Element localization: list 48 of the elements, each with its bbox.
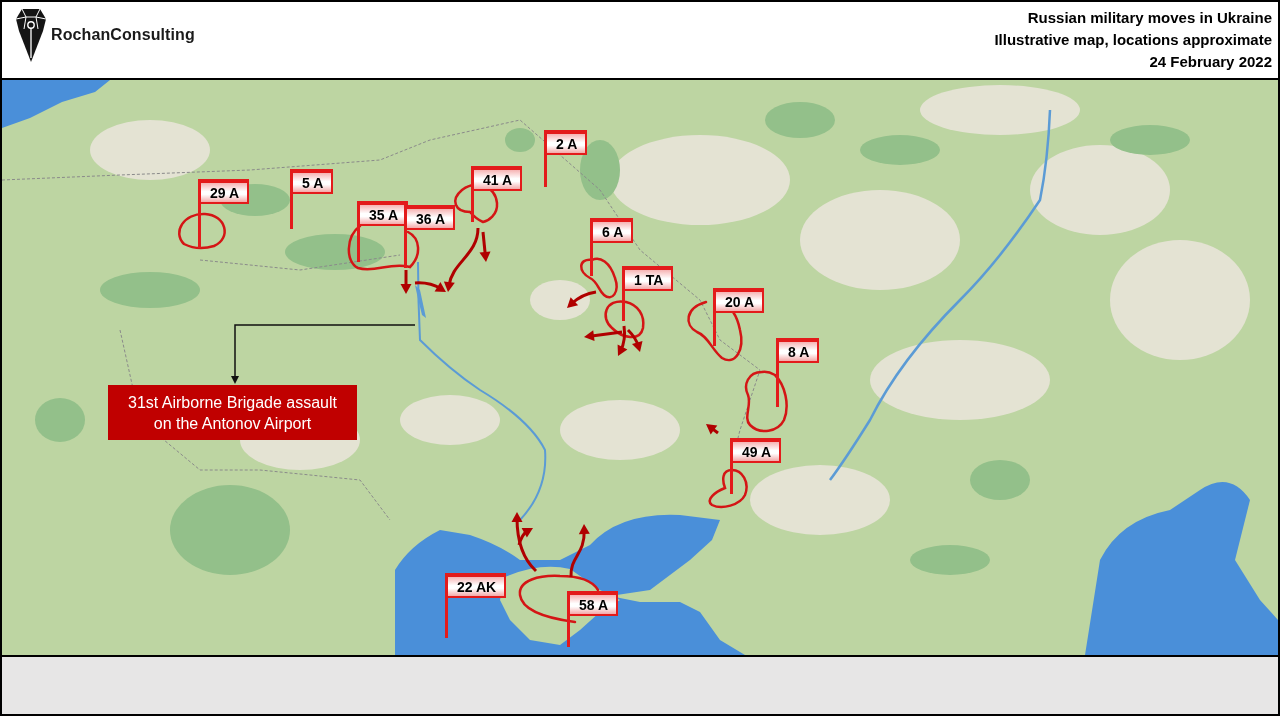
flag-pole <box>713 313 716 346</box>
flag-pole <box>776 363 779 407</box>
advance-arrow <box>567 290 597 308</box>
unit-flag: 41 A <box>471 166 523 191</box>
forest-area <box>505 128 535 152</box>
unit-flag: 22 AK <box>445 573 507 598</box>
callout-label: 31st Airborne Brigade assault on the Antonov Airport <box>108 385 357 440</box>
unit-flag: 29 A <box>198 179 250 204</box>
unit-flag: 5 A <box>290 169 334 194</box>
pen-nib-logo-icon <box>15 8 47 62</box>
flag-pole <box>290 194 293 229</box>
reservoir <box>415 285 426 318</box>
flag-pole <box>567 616 570 647</box>
movement-loop <box>744 370 788 433</box>
advance-arrow <box>569 524 590 578</box>
map-title: Russian military moves in Ukraine <box>1027 8 1272 28</box>
flag-pole <box>730 463 733 494</box>
forest-area <box>970 460 1030 500</box>
advance-arrow <box>400 270 412 294</box>
flag-pole <box>357 226 360 262</box>
unit-flag: 58 A <box>567 591 619 616</box>
unit-flag: 6 A <box>590 218 634 243</box>
flag-pole <box>622 291 625 321</box>
advance-arrow <box>706 424 719 435</box>
movement-loop <box>604 300 645 339</box>
flag-pole <box>544 155 547 187</box>
flag-pole <box>445 598 448 638</box>
unit-flag: 20 A <box>713 288 765 313</box>
forest-area <box>765 102 835 138</box>
flag-pole <box>404 230 407 268</box>
unit-flag: 35 A <box>357 201 409 226</box>
farmland-area <box>530 280 590 320</box>
unit-flag: 49 A <box>730 438 782 463</box>
map-title: Illustrative map, locations approximate <box>994 30 1272 50</box>
movement-loop <box>708 468 748 509</box>
map-title: 24 February 2022 <box>1149 52 1272 72</box>
unit-flag: 36 A <box>404 205 456 230</box>
forest-area <box>580 140 620 200</box>
unit-flag: 1 TA <box>622 266 674 291</box>
flag-pole <box>471 191 474 222</box>
movement-loop <box>580 257 618 299</box>
flag-pole <box>590 243 593 276</box>
movement-loop <box>178 212 226 250</box>
forest-area <box>35 398 85 442</box>
flag-pole <box>198 204 201 248</box>
unit-flag: 8 A <box>776 338 820 363</box>
unit-flag: 2 A <box>544 130 588 155</box>
logo-text: RochanConsulting <box>51 26 195 44</box>
